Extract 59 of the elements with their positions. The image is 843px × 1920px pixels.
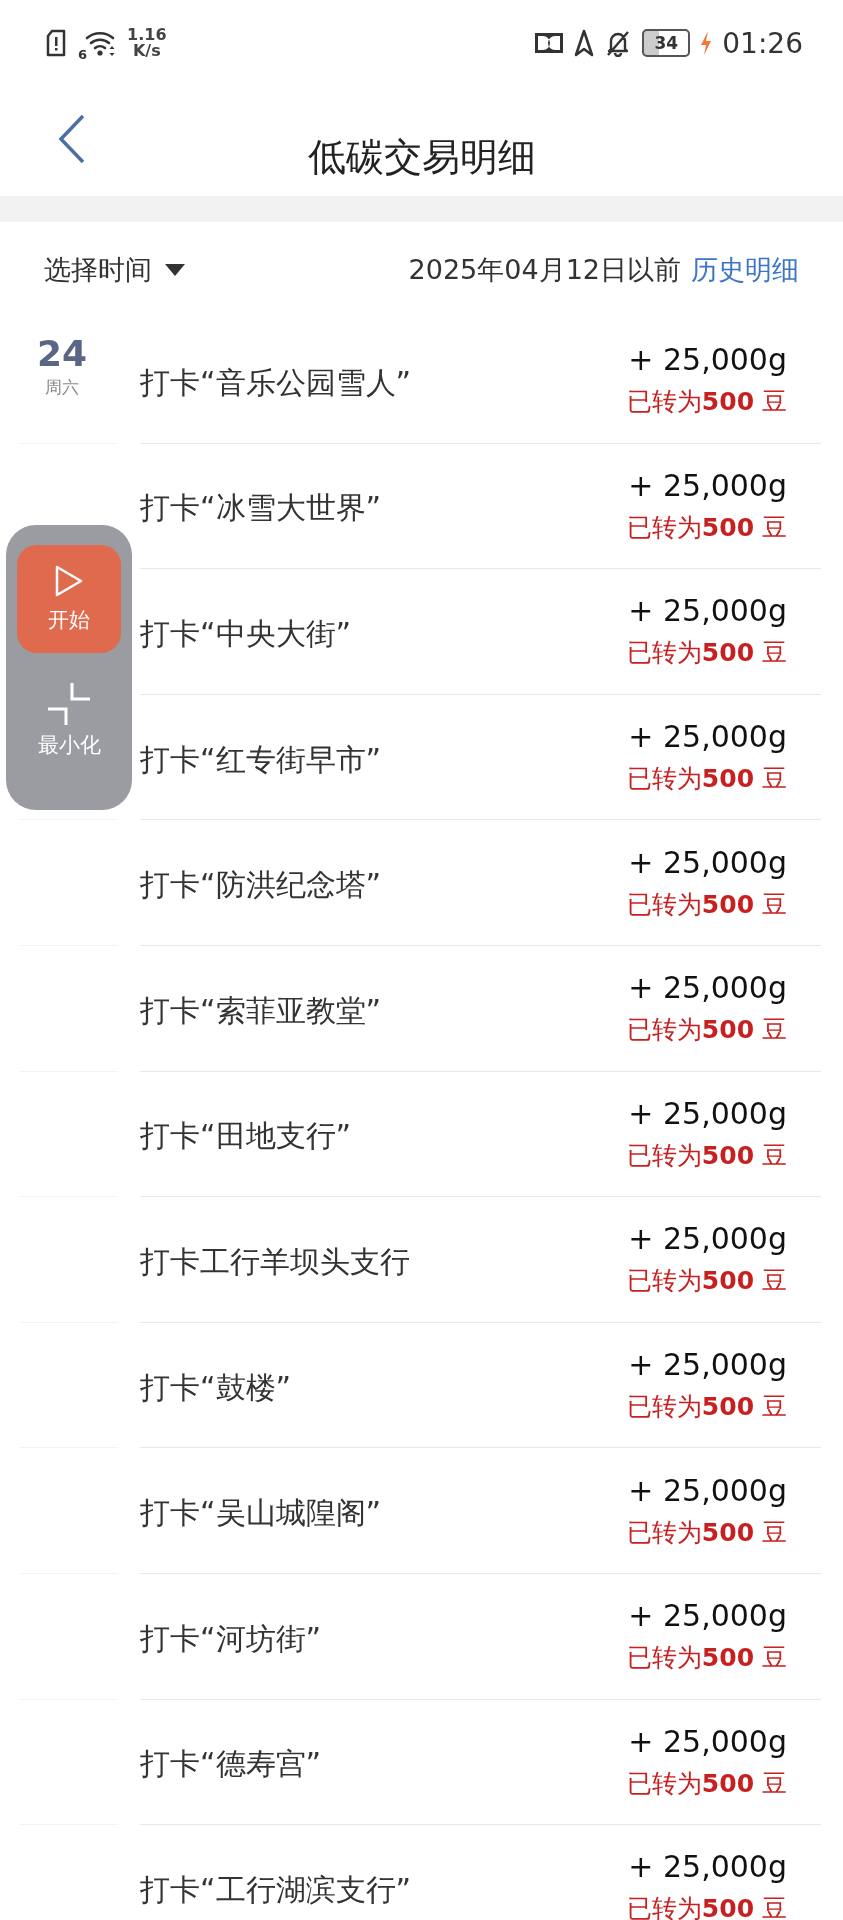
carbon-amount: + 25,000g bbox=[628, 1723, 787, 1759]
record-title: 打卡“吴山城隍阁” bbox=[140, 1494, 382, 1533]
caret-icon bbox=[164, 263, 186, 277]
conversion-note: 已转为500 豆 bbox=[626, 1265, 787, 1298]
carbon-amount: + 25,000g bbox=[628, 970, 787, 1006]
carbon-amount: + 25,000g bbox=[628, 719, 787, 755]
carbon-amount: + 25,000g bbox=[628, 1221, 787, 1257]
history-link[interactable]: 历史明细 bbox=[691, 252, 799, 288]
record-title: 打卡“防洪纪念塔” bbox=[140, 866, 382, 905]
wifi-generation: 6 bbox=[78, 46, 88, 62]
time-select-dropdown[interactable]: 选择时间 bbox=[44, 252, 186, 288]
conversion-note: 已转为500 豆 bbox=[626, 888, 787, 921]
network-speed: 1.16 bbox=[127, 27, 167, 43]
start-button[interactable]: 开始 bbox=[17, 545, 121, 653]
conversion-note: 已转为500 豆 bbox=[626, 1391, 787, 1424]
clock-time: 01:26 bbox=[722, 26, 803, 60]
minimize-button[interactable]: 最小化 bbox=[37, 681, 101, 759]
conversion-note: 已转为500 豆 bbox=[626, 1516, 787, 1549]
carbon-amount: + 25,000g bbox=[628, 844, 787, 880]
record-title: 打卡“中央大街” bbox=[140, 615, 352, 653]
record-title: 打卡“田地支行” bbox=[140, 1117, 352, 1156]
day-number: 24 bbox=[36, 332, 88, 376]
conversion-note: 已转为500 豆 bbox=[626, 511, 787, 544]
dolby-icon bbox=[534, 32, 565, 54]
carbon-amount: + 25,000g bbox=[628, 1849, 787, 1885]
charging-bolt-icon bbox=[700, 30, 713, 56]
carbon-amount: + 25,000g bbox=[628, 342, 787, 378]
sim-alert-icon bbox=[44, 29, 68, 57]
conversion-note: 已转为500 豆 bbox=[626, 386, 787, 419]
navigation-arrow-icon bbox=[574, 29, 595, 57]
record-title: 打卡“索菲亚教堂” bbox=[140, 991, 382, 1030]
record-title: 打卡“鼓楼” bbox=[140, 1368, 292, 1407]
carbon-amount: + 25,000g bbox=[628, 1095, 787, 1131]
carbon-amount: + 25,000g bbox=[628, 593, 787, 629]
conversion-note: 已转为500 豆 bbox=[626, 637, 787, 670]
weekday: 周六 bbox=[45, 376, 79, 399]
conversion-note: 已转为500 豆 bbox=[626, 763, 787, 796]
conversion-note: 已转为500 豆 bbox=[626, 1014, 787, 1047]
back-icon[interactable] bbox=[58, 114, 86, 164]
record-title: 打卡工行羊坝头支行 bbox=[140, 1242, 410, 1281]
record-title: 打卡“河坊街” bbox=[140, 1619, 322, 1658]
conversion-note: 已转为500 豆 bbox=[626, 1767, 787, 1800]
play-icon bbox=[54, 564, 84, 598]
carbon-amount: + 25,000g bbox=[628, 1472, 787, 1508]
conversion-note: 已转为500 豆 bbox=[626, 1642, 787, 1675]
conversion-note: 已转为500 豆 bbox=[626, 1139, 787, 1172]
record-title: 打卡“德寿宫” bbox=[140, 1745, 322, 1784]
record-title: 打卡“工行湖滨支行” bbox=[140, 1870, 412, 1909]
record-title: 打卡“红专街早市” bbox=[140, 740, 382, 779]
record-title: 打卡“冰雪大世界” bbox=[140, 489, 382, 528]
page-title: 低碳交易明细 bbox=[307, 133, 536, 181]
carbon-amount: + 25,000g bbox=[628, 467, 787, 503]
battery-icon: 34 bbox=[642, 29, 691, 57]
speed-unit: K/s bbox=[132, 43, 161, 59]
minimize-icon bbox=[46, 681, 92, 727]
carbon-amount: + 25,000g bbox=[628, 1598, 787, 1634]
date-range-text: 2025年04月12日以前 bbox=[408, 253, 681, 287]
record-title: 打卡“音乐公园雪人” bbox=[140, 363, 412, 402]
carbon-amount: + 25,000g bbox=[628, 1347, 787, 1383]
